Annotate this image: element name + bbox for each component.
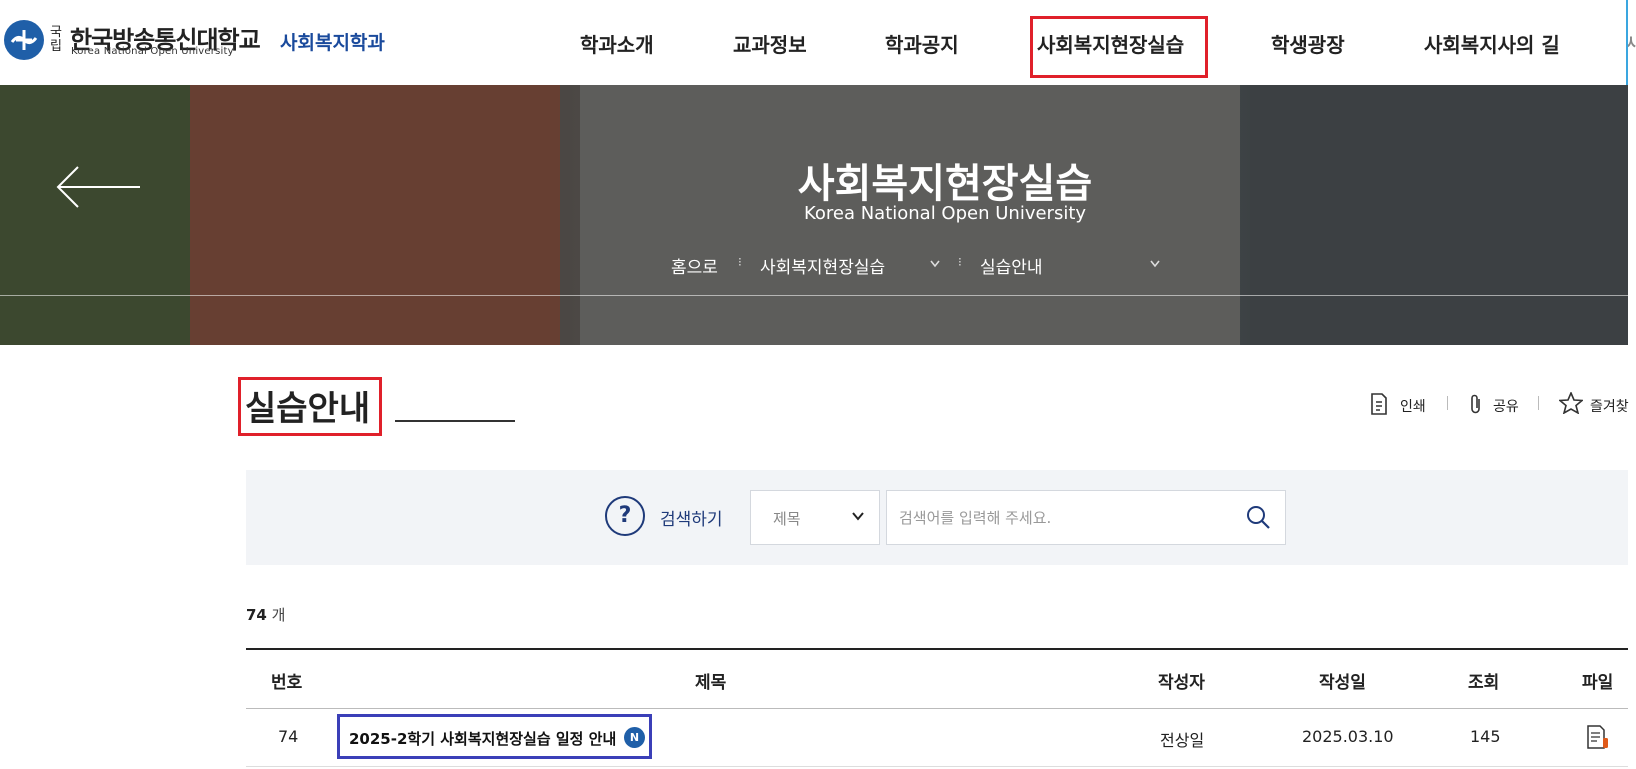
post-count-unit: 개 bbox=[266, 606, 286, 624]
table-header-border bbox=[246, 708, 1628, 709]
column-header-views: 조회 bbox=[1468, 673, 1500, 693]
nav-social-worker-path[interactable]: 사회복지사의 길 bbox=[1424, 29, 1560, 58]
search-label: 검색하기 bbox=[660, 510, 723, 530]
tool-separator bbox=[1538, 396, 1539, 410]
row-views: 145 bbox=[1470, 727, 1501, 746]
post-count: 74 개 bbox=[246, 604, 285, 625]
help-icon[interactable]: ? bbox=[605, 496, 645, 536]
breadcrumb-home[interactable]: 홈으로 bbox=[671, 253, 718, 278]
row-number: 74 bbox=[278, 727, 299, 746]
column-header-date: 작성일 bbox=[1319, 673, 1366, 693]
column-header-title: 제목 bbox=[695, 673, 727, 693]
star-icon[interactable] bbox=[1559, 392, 1583, 414]
hero-banner: 사회복지현장실습 Korea National Open University … bbox=[0, 85, 1628, 345]
row-divider bbox=[246, 766, 1628, 767]
print-icon[interactable] bbox=[1370, 393, 1388, 415]
search-field-select[interactable]: 제목 bbox=[750, 490, 880, 545]
column-header-author: 작성자 bbox=[1158, 673, 1205, 693]
breadcrumb-separator: ⁝ bbox=[738, 255, 742, 269]
department-name[interactable]: 사회복지학과 bbox=[280, 28, 385, 55]
row-author: 전상일 bbox=[1160, 731, 1205, 750]
paperclip-icon[interactable] bbox=[1468, 393, 1484, 415]
chevron-down-icon[interactable] bbox=[1150, 260, 1160, 268]
favorite-button[interactable]: 즐겨찾 bbox=[1590, 396, 1629, 416]
nav-field-practice[interactable]: 사회복지현장실습 bbox=[1037, 29, 1184, 58]
knou-emblem-icon[interactable] bbox=[4, 20, 44, 60]
search-field-select-value: 제목 bbox=[773, 510, 801, 528]
post-count-number: 74 bbox=[246, 606, 267, 624]
nav-notice[interactable]: 학과공지 bbox=[885, 29, 959, 58]
chevron-down-icon bbox=[852, 512, 864, 521]
chevron-down-icon[interactable] bbox=[930, 260, 940, 268]
file-icon[interactable] bbox=[1586, 724, 1610, 750]
tool-separator bbox=[1447, 396, 1448, 410]
column-header-file: 파일 bbox=[1582, 673, 1614, 693]
share-button[interactable]: 공유 bbox=[1493, 396, 1519, 416]
right-edge-bar bbox=[1626, 0, 1628, 85]
logo-gukrip: 국립 bbox=[50, 25, 62, 54]
hero-subtitle: Korea National Open University bbox=[803, 203, 1087, 224]
search-icon[interactable] bbox=[1244, 503, 1274, 533]
table-top-border bbox=[246, 648, 1628, 650]
row-title-link[interactable]: 2025-2학기 사회복지현장실습 일정 안내 bbox=[349, 728, 616, 749]
breadcrumb-page[interactable]: 실습안내 bbox=[980, 253, 1043, 278]
site-header: 국립 한국방송통신대학교 Korea National Open Univers… bbox=[0, 0, 1636, 85]
nav-student-plaza[interactable]: 학생광장 bbox=[1271, 29, 1345, 58]
title-underline bbox=[395, 420, 515, 422]
new-badge: N bbox=[624, 727, 645, 748]
logo-university-name-en: Korea National Open University bbox=[71, 46, 234, 57]
search-input[interactable] bbox=[886, 490, 1286, 545]
column-header-no: 번호 bbox=[271, 673, 303, 693]
page-title: 실습안내 bbox=[245, 389, 371, 429]
print-button[interactable]: 인쇄 bbox=[1400, 396, 1426, 416]
row-date: 2025.03.10 bbox=[1302, 727, 1394, 746]
hero-title: 사회복지현장실습 bbox=[797, 161, 1093, 207]
hero-divider bbox=[0, 295, 1628, 296]
breadcrumb-separator: ⁝ bbox=[958, 255, 962, 269]
nav-dept-intro[interactable]: 학과소개 bbox=[580, 29, 654, 58]
nav-curriculum[interactable]: 교과정보 bbox=[733, 29, 807, 58]
breadcrumb-section[interactable]: 사회복지현장실습 bbox=[760, 253, 885, 278]
